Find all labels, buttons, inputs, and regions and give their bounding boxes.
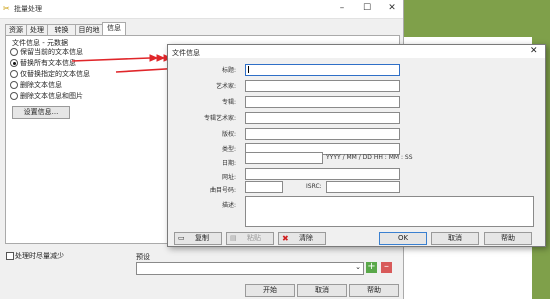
clear-x-icon: ✖ [282,234,289,243]
title-input[interactable] [245,64,400,76]
url-input[interactable] [245,168,400,180]
dialog-help-button[interactable]: 帮助 [484,232,532,245]
genre-label: 类型: [221,146,236,153]
dialog-cancel-button[interactable]: 取消 [431,232,479,245]
text-cursor [248,66,249,73]
isrc-input[interactable] [326,181,400,193]
copy-button[interactable]: ▭ 复制 [174,232,222,245]
track-input[interactable] [245,181,283,193]
clear-label: 清除 [299,234,313,242]
arrow-head-2 [156,54,166,62]
date-input[interactable] [245,152,323,164]
copy-label: 复制 [195,234,209,242]
artist-input[interactable] [245,80,400,92]
album-artist-input[interactable] [245,112,400,124]
arrow-line-1 [71,57,151,62]
paste-button[interactable]: ▤ 粘贴 [226,232,274,245]
description-textarea[interactable] [245,196,534,227]
copy-icon: ▭ [178,234,185,242]
copyright-input[interactable] [245,128,400,140]
file-info-dialog: 文件信息 ✕ 标题: 艺术家: 专辑: 专辑艺术家: 版权: 类型: 日期: Y… [167,44,546,247]
album-input[interactable] [245,96,400,108]
track-label: 曲目号码: [209,187,236,194]
url-label: 网址: [221,174,236,181]
artist-label: 艺术家: [215,83,236,90]
copyright-label: 版权: [221,131,236,138]
arrow-head-1 [149,54,159,62]
paste-icon: ▤ [230,234,237,242]
date-label: 日期: [221,160,236,167]
album-artist-label: 专辑艺术家: [203,115,236,122]
clear-button[interactable]: ✖ 清除 [278,232,326,245]
title-label: 标题: [221,67,236,74]
description-label: 描述: [221,202,236,209]
dialog-title: 文件信息 [172,49,200,57]
dialog-titlebar: 文件信息 ✕ [168,45,545,58]
dialog-close-icon[interactable]: ✕ [530,46,538,56]
date-format-hint: YYYY / MM / DD HH : MM : SS [326,154,413,161]
isrc-label: ISRC: [306,183,322,190]
album-label: 专辑: [221,99,236,106]
paste-label: 粘贴 [247,234,261,242]
ok-button[interactable]: OK [379,232,427,245]
